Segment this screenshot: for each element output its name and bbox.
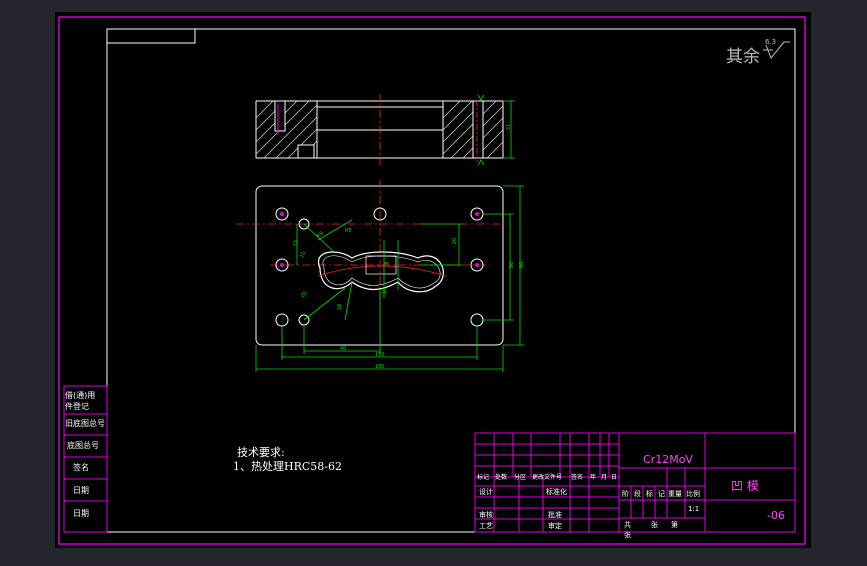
tech-req-item: 1、热处理HRC58-62 bbox=[233, 460, 343, 473]
roughness-value: 6.3 bbox=[765, 38, 777, 46]
part-name: 凹 模 bbox=[731, 479, 759, 493]
material-label: Cr12MoV bbox=[643, 453, 693, 466]
label-standard: 标准化 bbox=[546, 488, 567, 496]
scale-value: 1:1 bbox=[688, 505, 700, 513]
left-col-label-3: 旧底图总号 bbox=[65, 419, 105, 428]
stage-header-5: 比例 bbox=[686, 490, 700, 498]
left-col-label-5: 签名 bbox=[73, 463, 89, 472]
stage-header-3: 记 bbox=[658, 490, 665, 498]
stage-header-2: 标 bbox=[646, 490, 653, 498]
dim-small-1: 15 bbox=[293, 239, 300, 247]
row-header-7: 日 bbox=[611, 474, 618, 481]
row-header-0: 标记 bbox=[477, 474, 490, 481]
dim-hole-spacing: 40 bbox=[340, 346, 347, 352]
row-header-3: 更改文件号 bbox=[532, 474, 563, 481]
label-audit: 审定 bbox=[548, 522, 562, 530]
row-header-2: 分区 bbox=[514, 474, 527, 481]
stage-header-0: 阶 bbox=[622, 490, 629, 498]
left-col-label-6: 日期 bbox=[73, 486, 89, 495]
row-header-1: 处数 bbox=[495, 474, 508, 481]
dim-small-5: 8 bbox=[384, 261, 391, 265]
stage-header-1: 段 bbox=[634, 490, 641, 498]
left-col-label-7: 日期 bbox=[73, 509, 89, 518]
label-review: 审核 bbox=[479, 511, 493, 519]
left-col-label-2: 件登记 bbox=[65, 402, 89, 411]
dim-small-8: 10 bbox=[337, 303, 344, 311]
left-col-label-1: 借(通)用 bbox=[65, 391, 96, 400]
dim-width-inner: 150 bbox=[375, 352, 385, 358]
row-header-5: 年 bbox=[590, 474, 597, 481]
label-design: 设计 bbox=[479, 488, 493, 496]
dim-small-6: 16 bbox=[382, 287, 389, 295]
roughness-label: 其余 bbox=[726, 47, 760, 67]
dim-width-total: 180 bbox=[375, 364, 385, 370]
row-header-6: 月 bbox=[601, 474, 608, 481]
drawing-number: -06 bbox=[767, 509, 785, 522]
dim-small-0: 20 bbox=[452, 237, 459, 245]
dim-small-4: R5 bbox=[345, 228, 352, 234]
sheet-label-3: 张 bbox=[624, 531, 631, 539]
label-approve: 批准 bbox=[548, 511, 562, 519]
row-header-4: 签名 bbox=[571, 474, 584, 481]
dim-height-total: 90 bbox=[519, 261, 526, 269]
left-col-label-4: 底图总号 bbox=[67, 441, 99, 450]
stage-header-4: 重量 bbox=[668, 490, 682, 498]
label-process: 工艺 bbox=[479, 522, 493, 530]
sheet-label-0: 共 bbox=[624, 521, 631, 529]
sheet-label-1: 张 bbox=[651, 521, 658, 529]
cad-drawing-viewport[interactable]: 其余 6.3 技术要求: 1、热处理HRC58-62 借(通)用 件登记 旧底图… bbox=[0, 0, 867, 562]
dim-height-inner: 90 bbox=[509, 261, 516, 269]
dim-top-height: 31 bbox=[506, 123, 513, 131]
sheet-label-2: 第 bbox=[671, 521, 678, 529]
